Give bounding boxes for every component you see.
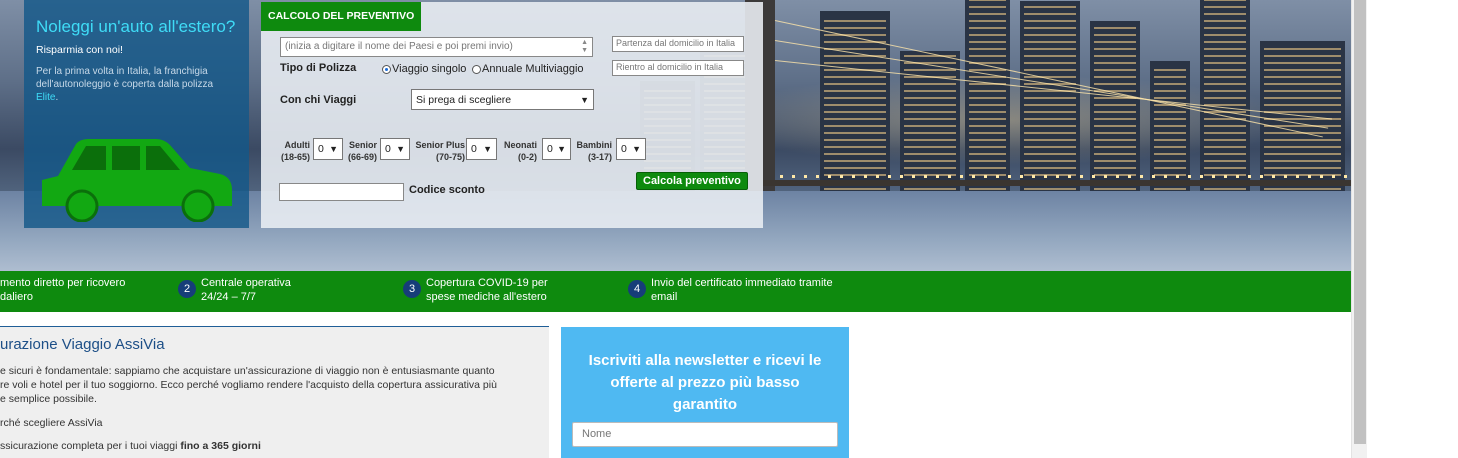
radio-annual-multitrip[interactable]: Annuale Multiviaggio [472,63,584,75]
car-rental-promo[interactable]: Noleggi un'auto all'estero? Risparmia co… [24,0,249,228]
senior-label: Senior (66-69) [347,140,377,162]
discount-code-input[interactable] [279,183,404,201]
radio-single-trip-label: Viaggio singolo [392,63,467,75]
promo-subtitle: Risparmia con noi! [36,44,123,56]
feature-item: 4 Invio del certificato immediato tramit… [628,276,833,304]
radio-unselected-icon[interactable] [472,64,481,74]
country-search-input[interactable]: (inizia a digitare il nome dei Paesi e p… [280,37,593,57]
benefit-line: ssicurazione completa per i tuoi viaggi … [0,440,261,452]
bridge-deck [760,180,1351,186]
country-search-placeholder: (inizia a digitare il nome dei Paesi e p… [285,41,513,52]
promo-description: Per la prima volta in Italia, la franchi… [36,65,237,104]
senior-plus-label: Senior Plus (70-75) [415,140,465,162]
scrollbar-thumb[interactable] [1354,0,1366,444]
promo-title: Noleggi un'auto all'estero? [36,17,236,36]
spinner-icon[interactable]: ▲ ▼ [581,39,588,55]
senior-select[interactable]: 0 ▼ [380,138,410,160]
section-heading: urazione Viaggio AssiVia [0,336,165,353]
children-select[interactable]: 0 ▼ [616,138,646,160]
intro-line: e semplice possibile. [0,393,97,405]
skyline-building [965,0,1010,201]
skyline-building [820,11,890,201]
newsletter-name-input[interactable]: Nome [572,422,838,447]
car-icon [42,139,232,222]
why-choose-text: rché scegliere AssiVia [0,417,103,429]
quote-calculator: CALCOLO DEL PREVENTIVO (inizia a digitar… [261,2,763,228]
features-bar: mento diretto per ricovero daliero 2 Cent… [0,271,1351,312]
feature-item: 2 Centrale operativa 24/24 – 7/7 [178,276,291,304]
skyline-building [1090,21,1140,201]
vertical-scrollbar[interactable] [1351,0,1367,458]
senior-plus-select[interactable]: 0 ▼ [466,138,497,160]
policy-type-label: Tipo di Polizza [280,62,357,74]
chevron-down-icon: ▼ [580,94,589,105]
radio-annual-label: Annuale Multiviaggio [482,63,584,75]
feature-number-badge: 2 [178,280,196,298]
intro-line: e sicuri è fondamentale: sappiamo che ac… [0,365,495,377]
adults-select[interactable]: 0 ▼ [313,138,343,160]
radio-single-trip[interactable]: Viaggio singolo [382,63,466,75]
return-date-input[interactable]: Rientro al domicilio in Italia [612,60,744,76]
feature-item: 3 Copertura COVID-19 per spese mediche al… [403,276,548,304]
about-section: urazione Viaggio AssiVia e sicuri è fond… [0,326,549,458]
companion-label: Con chi Viaggi [280,94,357,106]
chevron-down-icon: ▼ [632,144,641,154]
quote-title: CALCOLO DEL PREVENTIVO [261,2,422,31]
chevron-down-icon: ▼ [329,144,338,154]
feature-number-badge: 4 [628,280,646,298]
calculate-quote-button[interactable]: Calcola preventivo [636,172,748,190]
promo-desc-text: Per la prima volta in Italia, la franchi… [36,66,214,90]
children-label: Bambini (3-17) [576,140,612,162]
feature-number-badge: 3 [403,280,421,298]
discount-code-label: Codice sconto [409,184,485,196]
chevron-down-icon: ▼ [557,144,566,154]
promo-desc-highlight[interactable]: Elite [36,92,55,103]
promo-desc-suffix: . [55,92,59,103]
bridge-lights [780,175,1351,178]
newsletter-box: Iscriviti alla newsletter e ricevi le of… [561,327,849,458]
adults-label: Adulti (18-65) [281,140,311,162]
newsletter-heading: Iscriviti alla newsletter e ricevi le of… [588,352,822,413]
skyline-building [1200,0,1250,201]
skyline-building [1020,1,1080,201]
companion-select[interactable]: Si prega di scegliere ▼ [411,89,594,110]
intro-line: re voli e hotel per il tuo soggiorno. Ec… [0,379,497,391]
companion-select-value: Si prega di scegliere [416,93,512,106]
chevron-down-icon: ▼ [396,144,405,154]
chevron-down-icon: ▼ [483,144,492,154]
radio-selected-icon[interactable] [382,64,391,74]
infants-label: Neonati (0-2) [503,140,537,162]
feature-item: mento diretto per ricovero daliero [0,277,126,303]
departure-date-input[interactable]: Partenza dal domicilio in Italia [612,36,744,52]
infants-select[interactable]: 0 ▼ [542,138,571,160]
